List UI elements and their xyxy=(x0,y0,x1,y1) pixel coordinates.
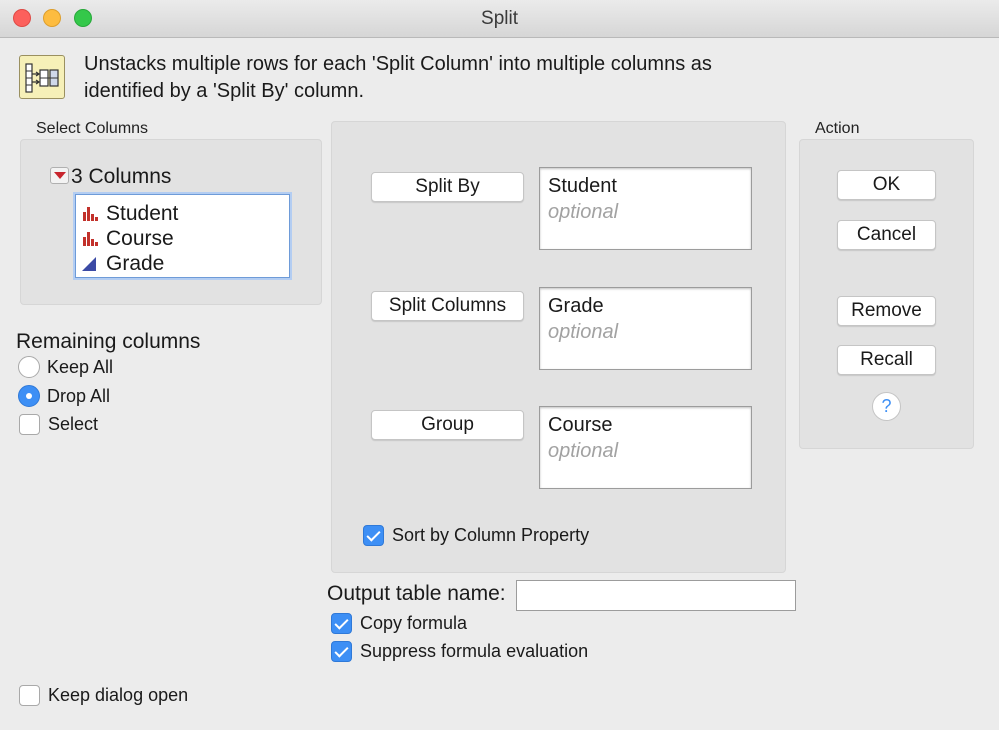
suppress-formula-option[interactable]: Suppress formula evaluation xyxy=(331,641,588,662)
split-platform-icon xyxy=(19,55,65,99)
columns-list[interactable]: Student Course Grade xyxy=(75,194,290,278)
drop-all-label: Drop All xyxy=(47,385,111,406)
copy-formula-label: Copy formula xyxy=(360,613,468,633)
suppress-formula-checkbox[interactable] xyxy=(331,641,352,662)
suppress-formula-label: Suppress formula evaluation xyxy=(360,641,589,661)
keep-dialog-open-checkbox[interactable] xyxy=(19,685,40,706)
help-icon[interactable]: ? xyxy=(872,392,901,421)
title-bar: Split xyxy=(0,0,999,38)
keep-all-label: Keep All xyxy=(47,356,114,377)
remove-button[interactable]: Remove xyxy=(837,296,936,326)
continuous-icon xyxy=(82,256,96,271)
action-label: Action xyxy=(815,120,860,137)
keep-dialog-open-label: Keep dialog open xyxy=(48,685,189,705)
dialog-description: Unstacks multiple rows for each 'Split C… xyxy=(84,53,712,102)
column-item-student[interactable]: Student xyxy=(82,201,178,226)
split-by-value[interactable]: Student xyxy=(548,173,743,199)
copy-formula-checkbox[interactable] xyxy=(331,613,352,634)
select-label: Select xyxy=(48,414,99,434)
disclosure-triangle-icon[interactable] xyxy=(50,167,69,184)
group-button[interactable]: Group xyxy=(371,410,524,440)
select-option[interactable]: Select xyxy=(19,414,98,435)
select-columns-label: Select Columns xyxy=(36,120,149,137)
keep-all-radio[interactable] xyxy=(18,356,40,378)
recall-button[interactable]: Recall xyxy=(837,345,936,375)
split-by-placeholder: optional xyxy=(548,201,619,223)
window-title: Split xyxy=(481,8,518,29)
nominal-icon xyxy=(82,231,98,247)
split-columns-button[interactable]: Split Columns xyxy=(371,291,524,321)
output-table-name-label: Output table name: xyxy=(327,582,506,605)
group-value[interactable]: Course xyxy=(548,412,743,438)
cancel-button[interactable]: Cancel xyxy=(837,220,936,250)
column-name: Student xyxy=(106,201,179,225)
group-role-box[interactable]: Course optional xyxy=(539,406,752,489)
column-item-course[interactable]: Course xyxy=(82,226,174,251)
column-item-grade[interactable]: Grade xyxy=(82,251,164,276)
keep-dialog-open-option[interactable]: Keep dialog open xyxy=(19,685,188,706)
select-checkbox[interactable] xyxy=(19,414,40,435)
column-name: Grade xyxy=(106,251,165,275)
columns-count: 3 Columns xyxy=(71,165,172,188)
copy-formula-option[interactable]: Copy formula xyxy=(331,613,467,634)
sort-by-column-property-checkbox[interactable] xyxy=(363,525,384,546)
split-columns-placeholder: optional xyxy=(548,321,619,343)
nominal-icon xyxy=(82,206,98,222)
remaining-columns-heading: Remaining columns xyxy=(16,330,201,353)
group-placeholder: optional xyxy=(548,440,619,462)
drop-all-option[interactable]: Drop All xyxy=(18,385,110,407)
split-columns-value[interactable]: Grade xyxy=(548,293,743,319)
sort-by-column-property-option[interactable]: Sort by Column Property xyxy=(363,525,589,546)
sort-by-column-property-label: Sort by Column Property xyxy=(392,525,590,545)
split-by-button[interactable]: Split By xyxy=(371,172,524,202)
column-name: Course xyxy=(106,226,174,250)
output-table-name-input[interactable] xyxy=(516,580,796,611)
split-by-role-box[interactable]: Student optional xyxy=(539,167,752,250)
split-columns-role-box[interactable]: Grade optional xyxy=(539,287,752,370)
drop-all-radio[interactable] xyxy=(18,385,40,407)
keep-all-option[interactable]: Keep All xyxy=(18,356,113,378)
ok-button[interactable]: OK xyxy=(837,170,936,200)
